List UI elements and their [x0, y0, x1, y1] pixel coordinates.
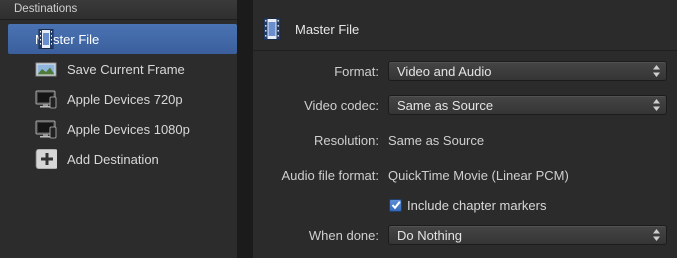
when-done-value: Do Nothing	[397, 227, 463, 243]
sidebar-item-label: Save Current Frame	[67, 61, 185, 77]
devices-icon	[35, 120, 57, 139]
page-title: Master File	[295, 21, 360, 37]
audio-format-row: Audio file format: QuickTime Movie (Line…	[253, 164, 677, 186]
sidebar-item-label: Apple Devices 720p	[67, 91, 183, 107]
video-codec-label: Video codec:	[304, 97, 379, 113]
sidebar-item-add-destination[interactable]: Add Destination	[0, 144, 237, 174]
plus-icon	[35, 149, 57, 169]
when-done-select[interactable]: Do Nothing	[388, 225, 667, 245]
destination-settings-panel: Master File Format: Video and Audio Vide…	[253, 0, 677, 258]
film-document-icon	[263, 18, 281, 40]
checkmark-icon	[391, 201, 401, 210]
sidebar-item-apple-devices-1080p[interactable]: Apple Devices 1080p	[0, 114, 237, 144]
resolution-row: Resolution: Same as Source	[253, 129, 677, 151]
divider	[253, 50, 677, 51]
panel-header: Master File	[263, 16, 359, 42]
resolution-label: Resolution:	[313, 132, 379, 148]
sidebar-header: Destinations	[0, 0, 237, 20]
destinations-sidebar: Destinations Master File Save Current Fr…	[0, 0, 238, 258]
video-codec-row: Video codec: Same as Source	[253, 94, 677, 116]
sidebar-item-apple-devices-720p[interactable]: Apple Devices 720p	[0, 84, 237, 114]
video-codec-select[interactable]: Same as Source	[388, 95, 667, 115]
audio-format-value: QuickTime Movie (Linear PCM)	[388, 167, 569, 183]
chapter-markers-checkbox[interactable]	[389, 198, 402, 212]
format-select[interactable]: Video and Audio	[388, 61, 667, 81]
sidebar-item-label: Apple Devices 1080p	[67, 121, 190, 137]
up-down-arrows-icon	[653, 65, 660, 77]
chapter-markers-label: Include chapter markers	[407, 197, 547, 213]
sidebar-item-save-current-frame[interactable]: Save Current Frame	[0, 54, 237, 84]
up-down-arrows-icon	[653, 229, 660, 241]
audio-format-label: Audio file format:	[281, 167, 379, 183]
panel-gap	[238, 0, 253, 258]
sidebar-item-label: Add Destination	[67, 151, 159, 167]
sidebar-item-master-file[interactable]: Master File	[8, 24, 237, 54]
resolution-value: Same as Source	[388, 132, 485, 148]
devices-icon	[35, 90, 57, 109]
format-value: Video and Audio	[397, 63, 492, 79]
up-down-arrows-icon	[653, 99, 660, 111]
chapter-markers-row: Include chapter markers	[253, 194, 677, 216]
when-done-row: When done: Do Nothing	[253, 224, 677, 246]
film-document-icon	[38, 29, 54, 49]
format-row: Format: Video and Audio	[253, 60, 677, 82]
landscape-image-icon	[35, 62, 57, 77]
format-label: Format:	[334, 63, 379, 79]
video-codec-value: Same as Source	[397, 97, 494, 113]
when-done-label: When done:	[308, 227, 379, 243]
